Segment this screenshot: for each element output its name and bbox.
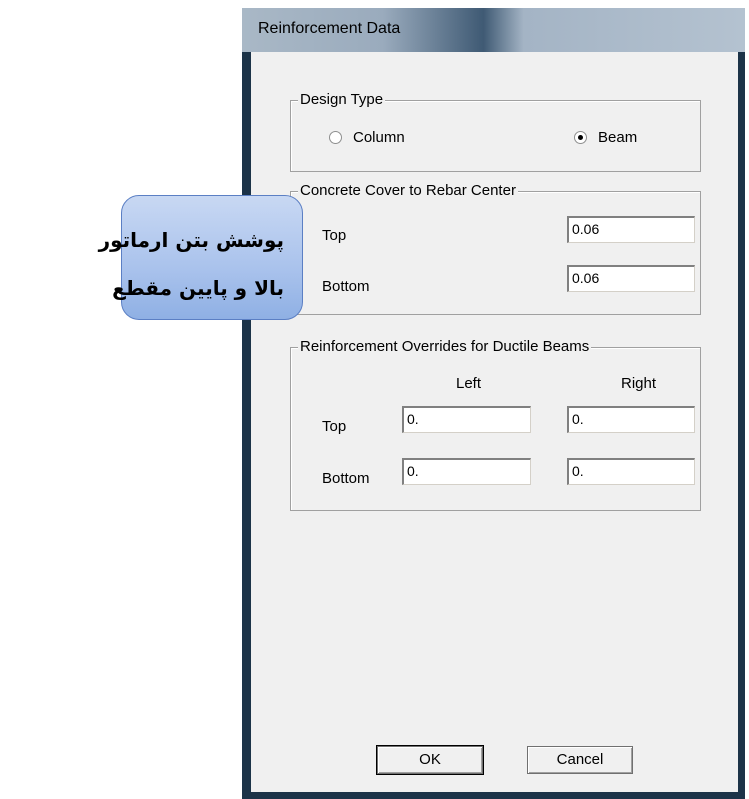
callout-line-1: پوشش بتن ارماتور (98, 228, 284, 252)
overrides-bottom-label: Bottom (322, 470, 370, 487)
callout-line-2: بالا و پایین مقطع (112, 276, 284, 300)
override-top-right-input[interactable]: 0. (567, 406, 695, 433)
dialog-body: Design Type Column Beam Concrete Cover t… (251, 52, 738, 792)
override-bottom-right-input[interactable]: 0. (567, 458, 695, 485)
cover-bottom-label: Bottom (322, 278, 370, 295)
column-radio-option[interactable]: Column (329, 128, 439, 148)
cover-top-input[interactable]: 0.06 (567, 216, 695, 243)
annotation-callout: پوشش بتن ارماتور بالا و پایین مقطع (99, 195, 303, 320)
overrides-left-header: Left (456, 375, 482, 392)
overrides-group: Reinforcement Overrides for Ductile Beam… (290, 338, 701, 511)
window-title: Reinforcement Data (258, 20, 401, 37)
beam-radio-label: Beam (598, 129, 638, 146)
beam-radio-selected-dot (578, 135, 583, 140)
beam-radio[interactable] (574, 131, 587, 144)
beam-radio-option[interactable]: Beam (574, 128, 674, 148)
overrides-legend: Reinforcement Overrides for Ductile Beam… (298, 338, 592, 355)
override-bottom-left-input[interactable]: 0. (402, 458, 531, 485)
overrides-right-header: Right (621, 375, 657, 392)
cancel-button[interactable]: Cancel (527, 746, 633, 774)
concrete-cover-group: Concrete Cover to Rebar Center Top 0.06 … (290, 182, 701, 315)
reinforcement-data-dialog: Reinforcement Data Design Type Column Be… (242, 8, 745, 799)
ok-button[interactable]: OK (376, 745, 484, 775)
column-radio[interactable] (329, 131, 342, 144)
cover-bottom-input[interactable]: 0.06 (567, 265, 695, 292)
design-type-legend: Design Type (298, 91, 386, 108)
overrides-top-label: Top (322, 418, 347, 435)
concrete-cover-legend: Concrete Cover to Rebar Center (298, 182, 518, 199)
override-top-left-input[interactable]: 0. (402, 406, 531, 433)
design-type-group: Design Type Column Beam (290, 91, 701, 172)
cover-top-label: Top (322, 227, 347, 244)
title-bar[interactable]: Reinforcement Data (242, 8, 745, 52)
column-radio-label: Column (353, 129, 405, 146)
